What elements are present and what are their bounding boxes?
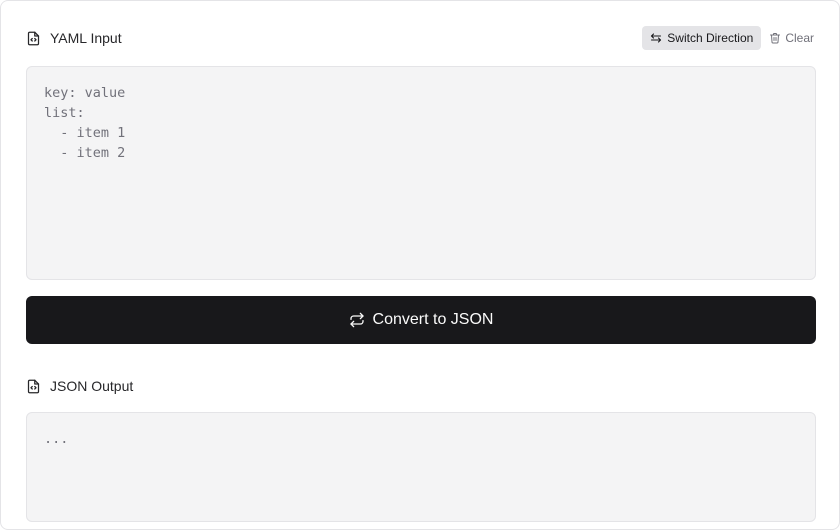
converter-card: YAML Input Switch Direction Clear key: v… <box>0 0 840 530</box>
convert-button-label: Convert to JSON <box>372 311 494 328</box>
trash-icon <box>769 32 781 44</box>
output-title: JSON Output <box>50 378 134 394</box>
convert-button[interactable]: Convert to JSON <box>26 296 816 344</box>
input-title-group: YAML Input <box>26 30 122 46</box>
json-output-field[interactable]: ... <box>26 412 816 522</box>
file-code-icon <box>26 379 41 394</box>
repeat-icon <box>349 312 365 328</box>
output-header: JSON Output <box>26 374 814 398</box>
yaml-input-field[interactable]: key: value list: - item 1 - item 2 <box>26 66 816 280</box>
switch-direction-button[interactable]: Switch Direction <box>642 26 762 50</box>
input-title: YAML Input <box>50 30 122 46</box>
switch-direction-label: Switch Direction <box>667 31 754 45</box>
input-header: YAML Input Switch Direction Clear <box>26 26 814 50</box>
clear-label: Clear <box>785 31 814 45</box>
clear-button[interactable]: Clear <box>769 26 814 50</box>
output-title-group: JSON Output <box>26 378 133 394</box>
arrows-swap-icon <box>650 32 662 44</box>
input-actions: Switch Direction Clear <box>642 26 814 50</box>
file-code-icon <box>26 31 41 46</box>
